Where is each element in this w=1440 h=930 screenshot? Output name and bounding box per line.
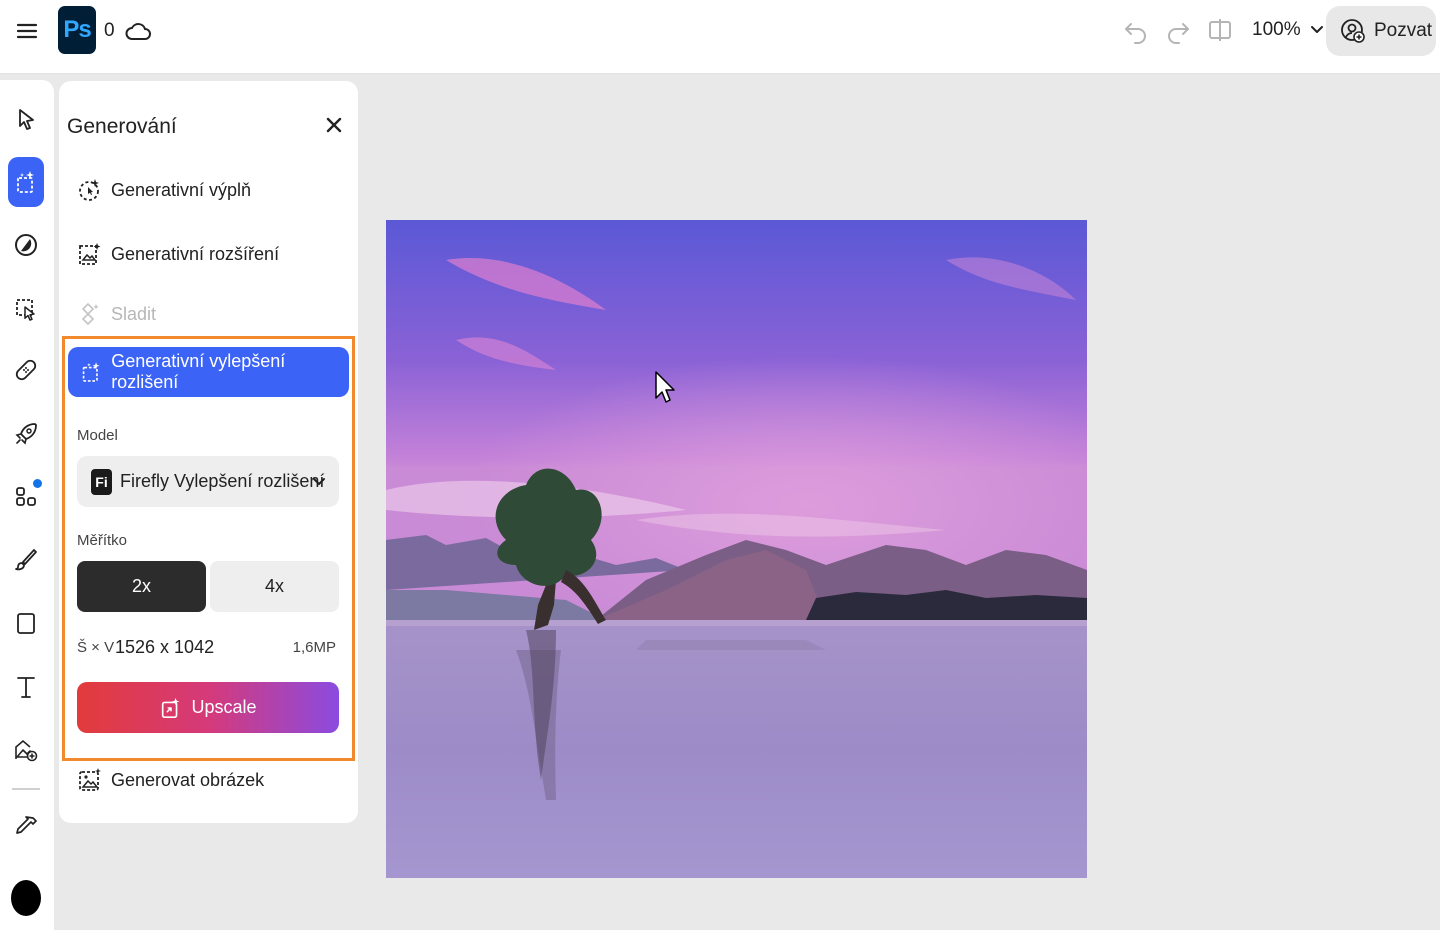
generative-fill-label: Generativní výplň bbox=[111, 179, 252, 200]
crop-select-icon bbox=[16, 299, 35, 321]
model-label: Model bbox=[77, 427, 118, 444]
undo-icon[interactable] bbox=[1122, 16, 1150, 44]
heal-icon bbox=[15, 359, 37, 381]
select-tool[interactable] bbox=[8, 102, 44, 138]
zoom-dropdown[interactable]: 100% bbox=[1252, 19, 1325, 41]
top-bar: Ps 0 100% Pozvat bbox=[0, 0, 1440, 74]
eyedropper-icon bbox=[16, 816, 37, 834]
app-logo[interactable]: Ps bbox=[58, 6, 96, 54]
upscale-button-label: Upscale bbox=[191, 697, 257, 717]
toolbar-divider bbox=[12, 788, 40, 790]
invite-button[interactable]: Pozvat bbox=[1326, 6, 1436, 56]
adjust-tool[interactable] bbox=[8, 227, 44, 263]
menu-icon[interactable] bbox=[14, 18, 40, 44]
brush-icon bbox=[15, 549, 37, 571]
canvas-photo[interactable] bbox=[386, 220, 1087, 878]
add-ons-tool[interactable] bbox=[8, 478, 44, 514]
generative-fill-item[interactable]: Generativní výplň bbox=[77, 172, 251, 208]
object-select-tool[interactable] bbox=[8, 291, 44, 327]
cloud-icon[interactable] bbox=[124, 18, 152, 44]
model-value: Firefly Vylepšení rozlišení bbox=[120, 471, 325, 491]
harmonize-label: Sladit bbox=[111, 303, 157, 324]
add-image-icon bbox=[15, 739, 38, 762]
close-icon[interactable] bbox=[323, 114, 345, 136]
generate-image-icon bbox=[79, 768, 101, 791]
generative-tool-icon bbox=[17, 171, 34, 193]
upscale-section-highlight: Generativní vylepšení rozlišení Model Fi… bbox=[62, 336, 355, 761]
eyedropper-tool[interactable] bbox=[8, 810, 44, 846]
generate-image-label: Generovat obrázek bbox=[111, 769, 265, 790]
megapixels-value: 1,6MP bbox=[292, 639, 336, 656]
scale-2x-button[interactable]: 2x bbox=[77, 561, 206, 612]
generative-expand-label: Generativní rozšíření bbox=[111, 243, 280, 264]
quick-actions-icon bbox=[15, 423, 37, 445]
select-tool-icon bbox=[19, 109, 34, 130]
shape-tool[interactable] bbox=[8, 605, 44, 641]
text-tool[interactable] bbox=[8, 669, 44, 705]
upscale-button[interactable]: Upscale bbox=[77, 682, 339, 733]
cloud-count: 0 bbox=[104, 20, 115, 41]
chevron-down-icon bbox=[1310, 26, 1323, 33]
adjust-icon bbox=[15, 234, 37, 256]
heal-tool[interactable] bbox=[8, 352, 44, 388]
generative-expand-icon bbox=[79, 243, 101, 265]
generative-fill-icon bbox=[79, 179, 99, 201]
generative-upscale-label: Generativní vylepšení rozlišení bbox=[111, 351, 286, 392]
notification-dot bbox=[33, 479, 42, 488]
foreground-color-swatch[interactable] bbox=[11, 880, 41, 916]
mouse-cursor-icon bbox=[655, 371, 675, 403]
text-icon bbox=[17, 677, 35, 698]
generative-panel: Generování Generativní výplň Generativní… bbox=[59, 81, 358, 823]
generative-upscale-item[interactable]: Generativní vylepšení rozlišení bbox=[68, 347, 349, 397]
generative-upscale-icon bbox=[162, 697, 180, 718]
harmonize-icon bbox=[81, 302, 99, 326]
scale-label: Měřítko bbox=[77, 532, 128, 549]
dimensions-label: Š × V bbox=[77, 639, 115, 656]
chevron-down-icon bbox=[313, 478, 325, 485]
add-image-tool[interactable] bbox=[8, 732, 44, 768]
left-toolbar bbox=[0, 80, 54, 930]
panel-title: Generování bbox=[67, 115, 177, 138]
generative-tool[interactable] bbox=[8, 157, 44, 207]
redo-icon[interactable] bbox=[1164, 16, 1192, 44]
generate-image-item[interactable]: Generovat obrázek bbox=[77, 762, 264, 798]
scale-4x-button[interactable]: 4x bbox=[210, 561, 339, 612]
generative-expand-item[interactable]: Generativní rozšíření bbox=[77, 236, 279, 272]
invite-label: Pozvat bbox=[1374, 20, 1433, 41]
dimensions-value: 1526 x 1042 bbox=[115, 637, 215, 657]
quick-actions-tool[interactable] bbox=[8, 416, 44, 452]
zoom-label: 100% bbox=[1252, 19, 1301, 40]
generative-upscale-icon bbox=[82, 362, 100, 382]
model-dropdown[interactable]: Fi Firefly Vylepšení rozlišení bbox=[77, 456, 339, 507]
harmonize-item[interactable]: Sladit bbox=[77, 296, 156, 332]
invite-user-icon bbox=[1341, 19, 1365, 43]
firefly-logo: Fi bbox=[91, 468, 112, 495]
compare-icon[interactable] bbox=[1206, 16, 1234, 44]
brush-tool[interactable] bbox=[8, 542, 44, 578]
shape-icon bbox=[17, 613, 35, 634]
